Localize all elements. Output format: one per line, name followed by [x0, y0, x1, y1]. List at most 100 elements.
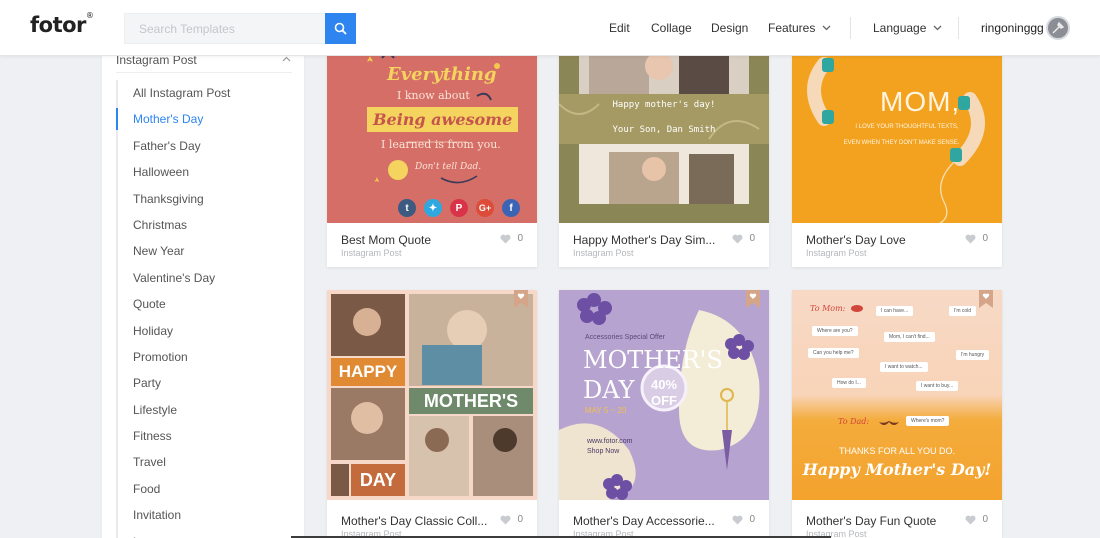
logo-text: fotor [30, 13, 86, 37]
card-meta: Mother's Day Accessorie... Instagram Pos… [559, 504, 769, 538]
card-title[interactable]: Mother's Day Accessorie... [573, 514, 723, 528]
fun-bubble: I'm hungry [956, 350, 990, 360]
template-card[interactable]: HAPPY MOTHER'S DAY Mother's Day Classic … [327, 290, 537, 538]
quote-line-1: Everything [387, 64, 497, 85]
offer-line-3: DAY [583, 376, 635, 404]
template-thumbnail[interactable]: To Mom: I can have... I'm cold Where are… [792, 290, 1002, 500]
quote-line-3: Being awesome [367, 107, 519, 132]
like-count: 0 [749, 514, 755, 525]
sidebar-item-invitation[interactable]: Invitation [116, 502, 296, 528]
like-button[interactable]: 0 [965, 233, 988, 244]
bookmark-icon[interactable] [979, 290, 993, 308]
template-thumbnail[interactable]: Happy mother's day! Your Son, Dan Smith [559, 44, 769, 223]
nav-language-dropdown[interactable]: Language [873, 0, 942, 56]
heart-icon [965, 515, 976, 524]
search-bar [124, 13, 356, 44]
template-card[interactable]: Accessories Special Offer MOTHER'S DAY 4… [559, 290, 769, 538]
sidebar-item-lifestyle[interactable]: Lifestyle [116, 397, 296, 423]
card-title[interactable]: Happy Mother's Day Sim... [573, 233, 723, 247]
category-sidebar: Instagram Post All Instagram Post Mother'… [102, 44, 304, 538]
sidebar-item-holiday[interactable]: Holiday [116, 318, 296, 344]
offer-line-1: Accessories Special Offer [585, 334, 666, 341]
sidebar-item-valentine-s-day[interactable]: Valentine's Day [116, 265, 296, 291]
template-card[interactable]: To Mom: I can have... I'm cold Where are… [792, 290, 1002, 538]
username-link[interactable]: ringoninggg [981, 0, 1044, 56]
love-line-3: EVEN WHEN THEY DON'T MAKE SENSE. [843, 140, 960, 146]
tumblr-icon[interactable]: t [398, 199, 416, 217]
heart-icon [500, 515, 511, 524]
card-title[interactable]: Mother's Day Love [806, 233, 956, 247]
nav-divider [958, 17, 959, 39]
like-button[interactable]: 0 [965, 514, 988, 525]
sidebar-item-mother-s-day[interactable]: Mother's Day [116, 106, 296, 132]
card-title[interactable]: Mother's Day Fun Quote [806, 514, 956, 528]
like-button[interactable]: 0 [500, 233, 523, 244]
bookmark-icon[interactable] [746, 290, 760, 308]
like-button[interactable]: 0 [732, 514, 755, 525]
search-button[interactable] [325, 13, 356, 44]
card-title[interactable]: Best Mom Quote [341, 233, 491, 247]
sidebar-item-travel[interactable]: Travel [116, 449, 296, 475]
sidebar-divider [116, 72, 292, 73]
fun-bubble: I want to buy... [916, 381, 959, 391]
pinterest-icon[interactable]: P [450, 199, 468, 217]
sidebar-item-new-year[interactable]: New Year [116, 238, 296, 264]
fun-bubble: I'm cold [949, 306, 977, 316]
twitter-icon[interactable]: ✦ [424, 199, 442, 217]
like-button[interactable]: 0 [732, 233, 755, 244]
nav-edit[interactable]: Edit [609, 0, 630, 56]
sidebar-item-christmas[interactable]: Christmas [116, 212, 296, 238]
template-thumbnail[interactable]: HAPPY MOTHER'S DAY [327, 290, 537, 500]
sidebar-item-love[interactable]: Love [116, 529, 296, 538]
quote-line-5: Don't tell Dad. [415, 162, 482, 172]
sidebar-item-fitness[interactable]: Fitness [116, 423, 296, 449]
google-plus-icon[interactable]: G+ [476, 199, 494, 217]
card-type: Instagram Post [341, 248, 402, 258]
chevron-up-icon[interactable] [282, 56, 291, 62]
search-input[interactable] [124, 13, 325, 44]
template-thumbnail[interactable]: Everything I know about Being awesome I … [327, 44, 537, 223]
template-thumbnail[interactable]: Accessories Special Offer MOTHER'S DAY 4… [559, 290, 769, 500]
sidebar-item-quote[interactable]: Quote [116, 291, 296, 317]
sidebar-item-all-instagram-post[interactable]: All Instagram Post [116, 80, 296, 106]
sidebar-item-promotion[interactable]: Promotion [116, 344, 296, 370]
card-meta: Mother's Day Classic Coll... Instagram P… [327, 504, 537, 538]
collage-line-2: MOTHER'S [409, 388, 533, 414]
card-type: Instagram Post [806, 248, 867, 258]
facebook-icon[interactable]: f [502, 199, 520, 217]
sidebar-item-food[interactable]: Food [116, 476, 296, 502]
like-count: 0 [749, 233, 755, 244]
sidebar-list: All Instagram Post Mother's Day Father's D… [116, 80, 296, 538]
card-meta: Happy Mother's Day Sim... Instagram Post… [559, 223, 769, 267]
nav-features-dropdown[interactable]: Features [768, 0, 831, 56]
template-card[interactable]: MOM, I LOVE YOUR THOUGHTFUL TEXTS, EVEN … [792, 44, 1002, 267]
sidebar-item-halloween[interactable]: Halloween [116, 159, 296, 185]
nav-design[interactable]: Design [711, 0, 748, 56]
greeting-line-1: Happy mother's day! [612, 100, 716, 110]
chevron-down-icon [822, 25, 831, 31]
offer-line-5: OFF [651, 393, 677, 408]
nav-features-label: Features [768, 21, 816, 35]
template-thumbnail[interactable]: MOM, I LOVE YOUR THOUGHTFUL TEXTS, EVEN … [792, 44, 1002, 223]
like-button[interactable]: 0 [500, 514, 523, 525]
heart-icon [732, 234, 743, 243]
sidebar-item-thanksgiving[interactable]: Thanksgiving [116, 186, 296, 212]
sidebar-item-party[interactable]: Party [116, 370, 296, 396]
nav-collage[interactable]: Collage [651, 0, 692, 56]
fun-dad-bubble: Where's mom? [906, 416, 950, 426]
fun-bubble: Mom, I can't find... [884, 332, 935, 342]
fotor-logo[interactable]: fotor® [30, 11, 94, 37]
template-card[interactable]: Happy mother's day! Your Son, Dan Smith … [559, 44, 769, 267]
greeting-line-2: Your Son, Dan Smith [612, 125, 716, 135]
bookmark-icon[interactable] [514, 290, 528, 308]
love-line-1: MOM, [880, 86, 961, 117]
search-icon [334, 22, 347, 35]
template-card[interactable]: Everything I know about Being awesome I … [327, 44, 537, 267]
card-type: Instagram Post [573, 248, 634, 258]
like-count: 0 [517, 514, 523, 525]
sidebar-item-father-s-day[interactable]: Father's Day [116, 133, 296, 159]
fun-bubble: I want to watch... [880, 362, 928, 372]
card-title[interactable]: Mother's Day Classic Coll... [341, 514, 491, 528]
avatar[interactable] [1046, 16, 1070, 40]
fun-bubble: How do I... [832, 378, 866, 388]
